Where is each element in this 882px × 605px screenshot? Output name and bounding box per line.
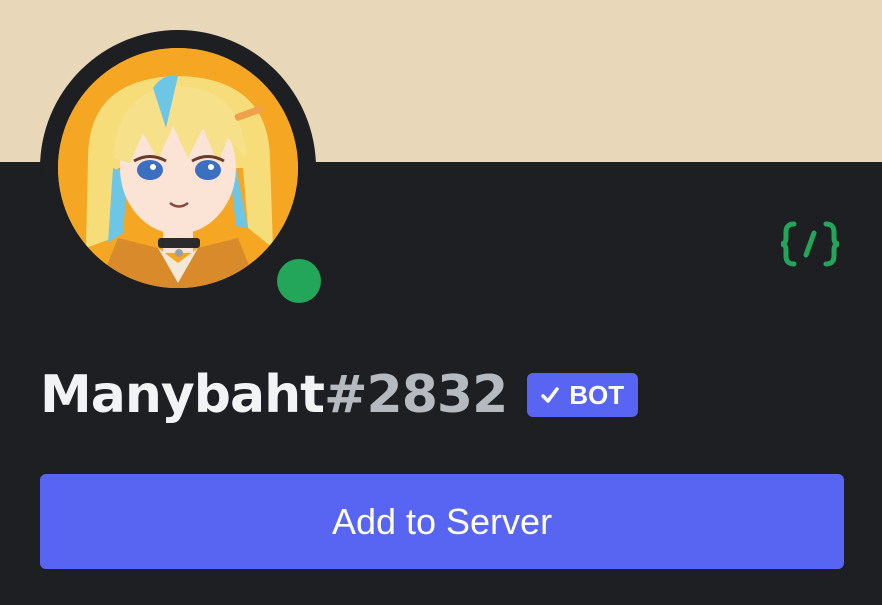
code-braces-icon[interactable]: [778, 218, 842, 270]
avatar[interactable]: [58, 48, 298, 288]
checkmark-icon: [541, 387, 559, 403]
online-status-icon: [277, 259, 321, 303]
user-profile-popout: Manybaht #2832 BOT Add to Server: [0, 0, 882, 605]
avatar-wrapper[interactable]: [40, 30, 338, 320]
add-to-server-button[interactable]: Add to Server: [40, 474, 844, 569]
username: Manybaht: [40, 365, 325, 425]
avatar-image: [58, 48, 298, 288]
name-row: Manybaht #2832 BOT: [40, 360, 639, 430]
verified-bot-tag: BOT: [527, 373, 639, 417]
status-indicator: [260, 242, 338, 320]
bot-tag-label: BOT: [569, 379, 625, 410]
discriminator: #2832: [323, 365, 508, 425]
